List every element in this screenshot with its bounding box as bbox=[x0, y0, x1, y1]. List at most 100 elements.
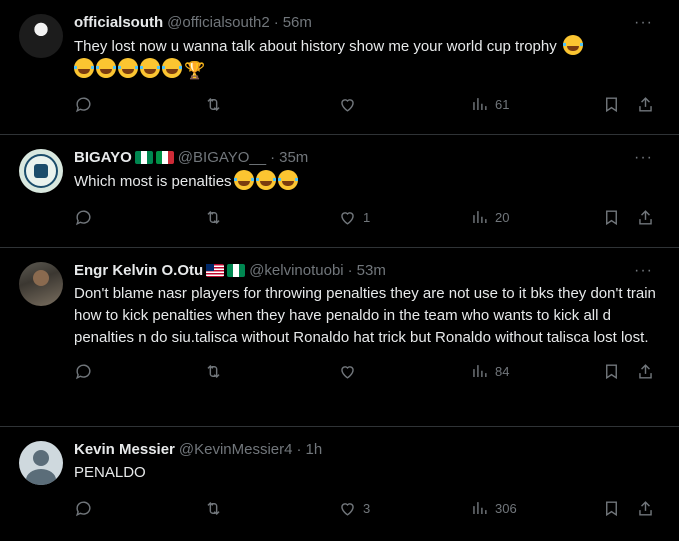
tweet[interactable]: Kevin Messier @KevinMessier4 · 1h PENALD… bbox=[0, 427, 679, 541]
timestamp[interactable]: 35m bbox=[279, 147, 308, 169]
retweet-icon bbox=[207, 501, 220, 516]
nigeria-flag-icon bbox=[134, 150, 153, 164]
username[interactable]: @officialsouth2 bbox=[167, 12, 270, 34]
laughing-tears-emoji-icon bbox=[96, 58, 116, 78]
share-button[interactable] bbox=[636, 362, 655, 381]
separator: · bbox=[270, 149, 276, 166]
tweet-header: Kevin Messier @KevinMessier4 · 1h bbox=[74, 439, 663, 461]
timestamp[interactable]: 1h bbox=[306, 439, 323, 461]
display-name[interactable]: Kevin Messier bbox=[74, 439, 175, 461]
reply-button[interactable] bbox=[74, 95, 93, 114]
action-bar: 1 20 bbox=[74, 199, 663, 243]
tweet-text: Don't blame nasr players for throwing pe… bbox=[74, 285, 656, 346]
tweet[interactable]: Engr Kelvin O.Otu @kelvinotuobi · 53m ··… bbox=[0, 248, 679, 427]
laughing-tears-emoji-icon bbox=[277, 170, 298, 190]
username[interactable]: @BIGAYO__ bbox=[178, 147, 266, 169]
italy-flag-icon bbox=[155, 150, 174, 164]
share-button[interactable] bbox=[636, 95, 655, 114]
action-bar: 61 bbox=[74, 86, 663, 130]
heart-icon bbox=[341, 503, 354, 516]
separator: · bbox=[347, 262, 353, 279]
bookmark-icon bbox=[606, 97, 617, 113]
retweet-icon bbox=[207, 210, 220, 225]
username[interactable]: @kelvinotuobi bbox=[249, 260, 343, 282]
reply-icon bbox=[75, 210, 91, 226]
share-button[interactable] bbox=[636, 499, 655, 518]
laughing-tears-emoji-icon bbox=[233, 170, 254, 190]
retweet-icon bbox=[207, 364, 220, 379]
bookmark-button[interactable] bbox=[602, 95, 621, 114]
reply-icon bbox=[75, 501, 91, 517]
retweet-button[interactable] bbox=[204, 499, 223, 518]
views-icon bbox=[473, 502, 487, 515]
like-count: 3 bbox=[363, 501, 371, 516]
bookmark-button[interactable] bbox=[602, 499, 621, 518]
nigeria-flag-icon bbox=[227, 263, 246, 277]
avatar[interactable] bbox=[19, 14, 63, 58]
laughing-tears-emoji-icon bbox=[562, 35, 583, 55]
tweet-text: Which most is penalties bbox=[74, 170, 663, 193]
username[interactable]: @KevinMessier4 bbox=[179, 439, 293, 461]
more-options-icon[interactable]: ··· bbox=[634, 12, 653, 34]
views-button[interactable]: 84 bbox=[470, 362, 509, 381]
laughing-tears-emoji-icon bbox=[140, 58, 160, 78]
reply-button[interactable] bbox=[74, 362, 93, 381]
bookmark-icon bbox=[606, 210, 617, 226]
tweet[interactable]: BIGAYO @BIGAYO__ · 35m ··· Which most is… bbox=[0, 135, 679, 248]
bookmark-button[interactable] bbox=[602, 362, 621, 381]
like-button[interactable]: 1 bbox=[338, 208, 370, 227]
timestamp[interactable]: 53m bbox=[357, 260, 386, 282]
laughing-tears-emoji-icon bbox=[162, 58, 182, 78]
tweet-text: PENALDO bbox=[74, 464, 146, 481]
views-button[interactable]: 20 bbox=[470, 208, 509, 227]
views-button[interactable]: 61 bbox=[470, 95, 509, 114]
reply-feed: officialsouth @officialsouth2 · 56m ··· … bbox=[0, 0, 679, 541]
laughing-tears-emoji-icon bbox=[255, 170, 276, 190]
reply-button[interactable] bbox=[74, 208, 93, 227]
share-button[interactable] bbox=[636, 208, 655, 227]
more-options-icon[interactable]: ··· bbox=[634, 260, 653, 282]
share-icon bbox=[639, 97, 652, 112]
heart-icon bbox=[341, 212, 354, 225]
view-count: 84 bbox=[495, 364, 510, 379]
reply-button[interactable] bbox=[74, 499, 93, 518]
laughing-tears-emoji-icon bbox=[74, 58, 94, 78]
like-button[interactable] bbox=[338, 362, 363, 381]
like-count: 1 bbox=[363, 210, 371, 225]
views-icon bbox=[473, 98, 487, 111]
heart-icon bbox=[341, 366, 354, 379]
more-options-icon[interactable]: ··· bbox=[634, 147, 653, 169]
like-button[interactable] bbox=[338, 95, 363, 114]
retweet-button[interactable] bbox=[204, 362, 223, 381]
tweet-text-body: Which most is penalties bbox=[74, 173, 232, 190]
tweet-text: They lost now u wanna talk about history… bbox=[74, 35, 663, 82]
reply-icon bbox=[75, 97, 91, 113]
tweet-header: officialsouth @officialsouth2 · 56m bbox=[74, 12, 663, 34]
display-name[interactable]: officialsouth bbox=[74, 12, 163, 34]
bookmark-icon bbox=[606, 501, 617, 517]
view-count: 61 bbox=[495, 97, 510, 112]
action-bar: 84 bbox=[74, 353, 663, 397]
avatar[interactable] bbox=[19, 149, 63, 193]
timestamp[interactable]: 56m bbox=[283, 12, 312, 34]
avatar[interactable] bbox=[19, 262, 63, 306]
retweet-button[interactable] bbox=[204, 208, 223, 227]
reply-icon bbox=[75, 364, 91, 380]
bookmark-button[interactable] bbox=[602, 208, 621, 227]
views-button[interactable]: 306 bbox=[470, 499, 517, 518]
tweet[interactable]: officialsouth @officialsouth2 · 56m ··· … bbox=[0, 0, 679, 135]
like-button[interactable]: 3 bbox=[338, 499, 370, 518]
display-name[interactable]: BIGAYO bbox=[74, 147, 132, 169]
heart-icon bbox=[341, 99, 354, 112]
tweet-text-body: They lost now u wanna talk about history… bbox=[74, 38, 557, 55]
club-crest-icon bbox=[24, 154, 58, 188]
action-bar: 3 306 bbox=[74, 490, 663, 534]
view-count: 20 bbox=[495, 210, 510, 225]
views-icon bbox=[473, 365, 487, 378]
avatar[interactable] bbox=[19, 441, 63, 485]
display-name[interactable]: Engr Kelvin O.Otu bbox=[74, 260, 203, 282]
share-icon bbox=[639, 501, 652, 516]
share-icon bbox=[639, 210, 652, 225]
tweet-header: Engr Kelvin O.Otu @kelvinotuobi · 53m bbox=[74, 260, 663, 282]
retweet-button[interactable] bbox=[204, 95, 223, 114]
